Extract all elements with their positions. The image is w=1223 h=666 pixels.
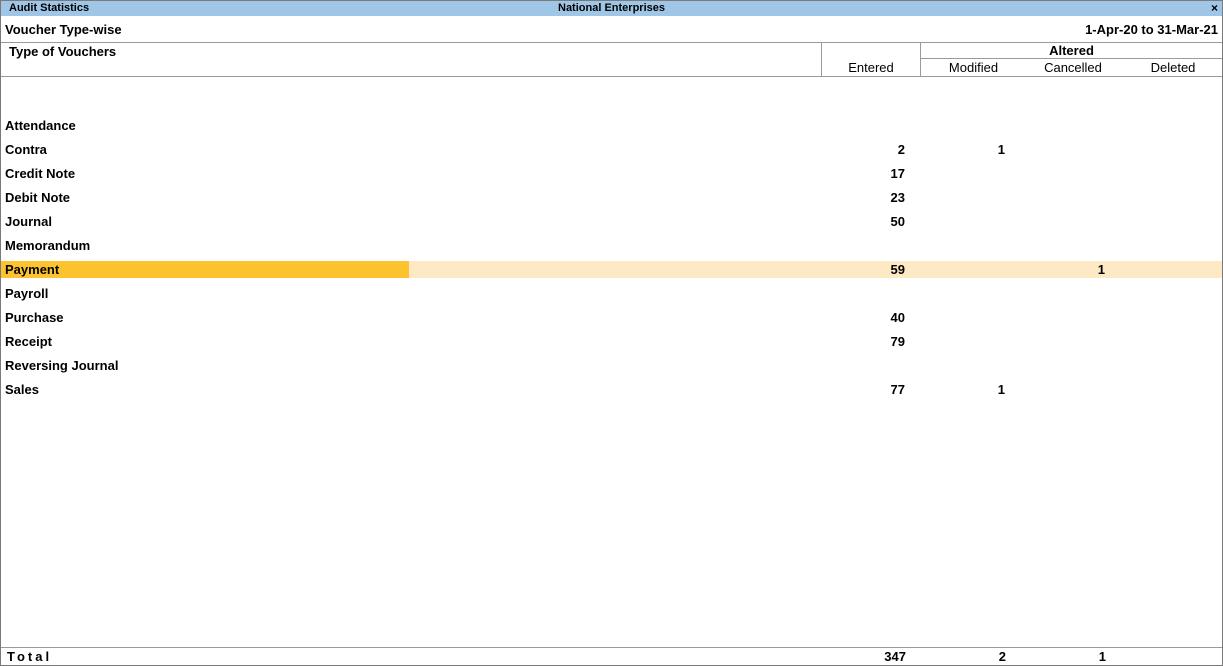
list-item-selected[interactable]: Payment 59 1: [1, 261, 1222, 285]
total-cancelled: 1: [1098, 649, 1106, 664]
voucher-type-name: Debit Note: [5, 190, 70, 205]
list-item[interactable]: Reversing Journal: [1, 357, 1222, 381]
entered-count: 2: [897, 142, 905, 157]
entered-count: 77: [890, 382, 905, 397]
report-subtitle: Voucher Type-wise: [5, 22, 122, 37]
column-modified: Modified: [948, 60, 999, 75]
cancelled-count: 1: [1097, 262, 1105, 277]
modified-count: 1: [997, 382, 1005, 397]
voucher-type-name: Credit Note: [5, 166, 76, 181]
voucher-list: Attendance Contra 2 1 Credit Note 17 Deb…: [1, 117, 1222, 405]
voucher-type-name: Attendance: [5, 118, 76, 133]
voucher-type-name: Contra: [5, 142, 47, 157]
entered-count: 59: [890, 262, 905, 277]
entered-count: 17: [890, 166, 905, 181]
list-item[interactable]: Sales 77 1: [1, 381, 1222, 405]
list-item[interactable]: Receipt 79: [1, 333, 1222, 357]
column-deleted: Deleted: [1150, 60, 1196, 75]
list-item[interactable]: Memorandum: [1, 237, 1222, 261]
close-icon[interactable]: ×: [1211, 1, 1218, 16]
total-label: Total: [7, 649, 53, 664]
entered-count: 23: [890, 190, 905, 205]
title-bar: Audit Statistics National Enterprises ×: [1, 1, 1222, 16]
period-range[interactable]: 1-Apr-20 to 31-Mar-21: [1085, 16, 1218, 43]
modified-count: 1: [997, 142, 1005, 157]
entered-count: 40: [890, 310, 905, 325]
voucher-type-name: Payroll: [5, 286, 49, 301]
list-item[interactable]: Journal 50: [1, 213, 1222, 237]
altered-divider: [921, 58, 1222, 59]
entered-count: 50: [890, 214, 905, 229]
column-type-of-vouchers: Type of Vouchers: [9, 44, 117, 59]
list-item[interactable]: Contra 2 1: [1, 141, 1222, 165]
report-subheader: Voucher Type-wise 1-Apr-20 to 31-Mar-21: [1, 16, 1222, 43]
total-modified: 2: [998, 649, 1006, 664]
voucher-type-name: Payment: [5, 262, 60, 277]
column-entered: Entered: [848, 60, 894, 75]
voucher-type-name: Purchase: [5, 310, 64, 325]
voucher-type-name: Journal: [5, 214, 52, 229]
list-item[interactable]: Attendance: [1, 117, 1222, 141]
voucher-type-name: Memorandum: [5, 238, 91, 253]
list-item[interactable]: Payroll: [1, 285, 1222, 309]
list-item[interactable]: Purchase 40: [1, 309, 1222, 333]
voucher-type-name: Sales: [5, 382, 39, 397]
column-cancelled: Cancelled: [1044, 60, 1102, 75]
column-altered: Altered: [1049, 43, 1094, 58]
company-name: National Enterprises: [558, 2, 665, 14]
total-row: Total 347 2 1: [1, 647, 1222, 666]
list-item[interactable]: Debit Note 23: [1, 189, 1222, 213]
voucher-type-name: Receipt: [5, 334, 52, 349]
column-header: Type of Vouchers Entered Altered Modifie…: [1, 43, 1222, 77]
entered-count: 79: [890, 334, 905, 349]
total-entered: 347: [884, 649, 906, 664]
voucher-type-name: Reversing Journal: [5, 358, 119, 373]
list-item[interactable]: Credit Note 17: [1, 165, 1222, 189]
